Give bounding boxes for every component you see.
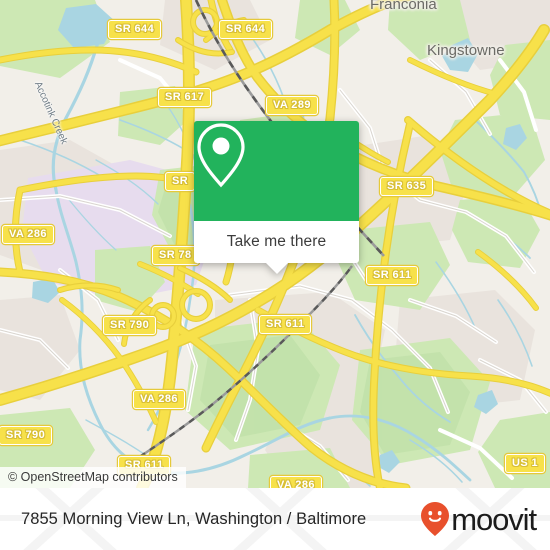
road-shield[interactable]: VA 286	[133, 390, 185, 409]
road-shield[interactable]: SR	[165, 172, 196, 191]
road-shield[interactable]: VA 286	[2, 225, 54, 244]
moovit-logo[interactable]: moovit	[420, 501, 537, 537]
road-shield[interactable]: SR 611	[366, 266, 419, 285]
road-shield[interactable]: US 1	[505, 454, 546, 473]
footer-bar: 7855 Morning View Ln, Washington / Balti…	[0, 488, 550, 550]
popup-header	[194, 121, 359, 221]
road-shield[interactable]: VA 286	[270, 476, 322, 488]
moovit-smiley-pin-icon	[421, 502, 450, 536]
road-shield[interactable]: SR 617	[158, 88, 212, 107]
road-shield[interactable]: SR 611	[259, 315, 312, 334]
location-address: 7855 Morning View Ln, Washington / Balti…	[21, 509, 367, 528]
place-label: Kingstowne	[427, 42, 505, 59]
popup-pointer	[265, 263, 288, 274]
road-shield[interactable]: SR 78	[152, 246, 199, 265]
road-shield[interactable]: SR 635	[380, 177, 434, 196]
moovit-map-screenshot: Franconia Kingstowne Accotink Creek SR 6…	[0, 0, 550, 550]
osm-attribution[interactable]: © OpenStreetMap contributors	[0, 467, 186, 488]
moovit-wordmark: moovit	[451, 501, 537, 537]
map-canvas[interactable]: Franconia Kingstowne Accotink Creek SR 6…	[0, 0, 550, 488]
location-popup[interactable]: Take me there	[194, 121, 359, 274]
road-shield[interactable]: SR 790	[0, 426, 53, 445]
map-pin-icon	[197, 123, 245, 188]
road-shield[interactable]: VA 289	[266, 96, 318, 115]
road-shield[interactable]: SR 790	[103, 316, 157, 335]
road-shield[interactable]: SR 644	[219, 20, 273, 39]
road-shield[interactable]: SR 644	[108, 20, 162, 39]
popup-action-bar[interactable]: Take me there	[194, 221, 359, 274]
take-me-there-label: Take me there	[226, 233, 327, 250]
place-label: Franconia	[370, 0, 437, 13]
